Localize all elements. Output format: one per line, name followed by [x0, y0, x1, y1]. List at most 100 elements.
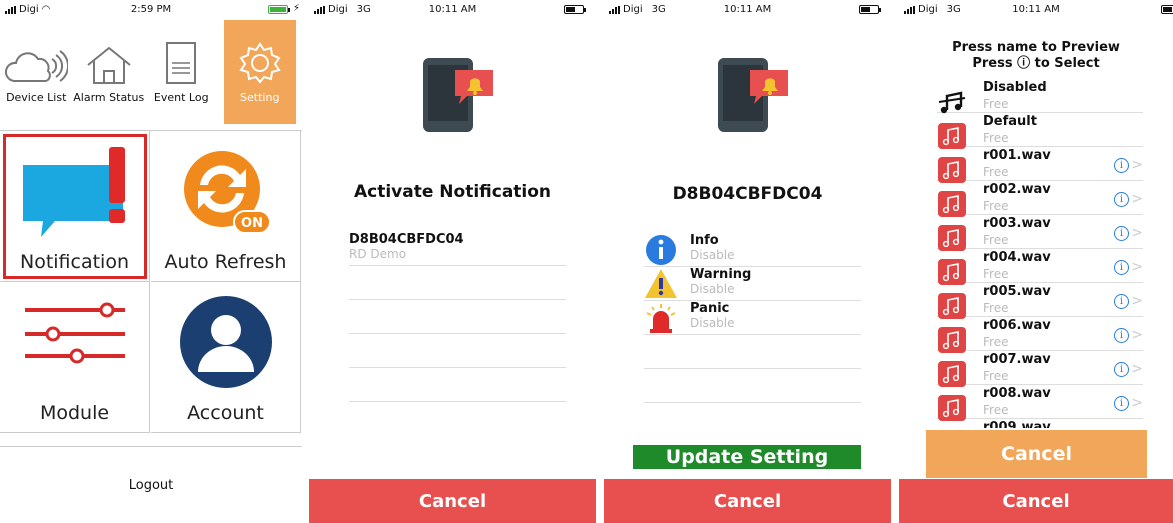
- alert-state: Disable: [690, 316, 735, 330]
- sound-select-screen: Digi 3G 10:11 AM Press name to Preview P…: [899, 0, 1173, 523]
- list-item: [349, 300, 566, 334]
- sound-name: r005.wav: [983, 284, 1051, 299]
- update-setting-button[interactable]: Update Setting: [633, 445, 861, 469]
- sound-name: r007.wav: [983, 352, 1051, 367]
- tab-event-log[interactable]: Event Log: [145, 20, 218, 124]
- gear-icon: [239, 42, 281, 84]
- device-notification-screen: Digi 3G 10:11 AM D8B04CBFDC04 Info Disab…: [604, 0, 891, 523]
- tab-setting[interactable]: Setting: [223, 20, 296, 124]
- sound-row[interactable]: r004.wav Free i >: [937, 250, 1143, 285]
- prompt-line: Press name to Preview: [952, 40, 1120, 55]
- prompt-line: Press ⓘ to Select: [972, 56, 1100, 71]
- select-info-icon[interactable]: i: [1114, 362, 1129, 377]
- clock: 10:11 AM: [428, 4, 477, 15]
- device-id: D8B04CBFDC04: [349, 232, 464, 247]
- cancel-button[interactable]: Cancel: [604, 479, 891, 523]
- page-title: Activate Notification: [353, 182, 552, 202]
- muted-note-icon: [938, 91, 966, 114]
- refresh-on-icon: ON: [183, 151, 271, 234]
- select-info-icon[interactable]: i: [1114, 294, 1129, 309]
- cloud-wifi-icon: [5, 50, 69, 82]
- status-bar: Digi 3G 10:11 AM: [899, 0, 1173, 20]
- chevron-right-icon: >: [1131, 225, 1143, 241]
- sound-name: Default: [983, 114, 1037, 129]
- device-row[interactable]: D8B04CBFDC04 RD Demo: [349, 232, 566, 266]
- chevron-right-icon: >: [1131, 259, 1143, 275]
- sound-row[interactable]: r007.wav Free i >: [937, 352, 1143, 387]
- notification-tile[interactable]: Notification: [0, 131, 150, 282]
- house-icon: [87, 46, 131, 84]
- select-info-icon[interactable]: i: [1114, 192, 1129, 207]
- select-info-icon[interactable]: i: [1114, 260, 1129, 275]
- music-note-icon: [938, 395, 966, 421]
- battery-icon: [564, 5, 586, 14]
- alert-label: Panic: [690, 301, 730, 316]
- notification-alert-icon: [22, 147, 125, 237]
- phone-bell-icon: [422, 58, 493, 132]
- alert-info-row[interactable]: Info Disable: [644, 233, 861, 267]
- sound-name: r006.wav: [983, 318, 1051, 333]
- chevron-right-icon: >: [1131, 157, 1143, 173]
- on-badge: ON: [241, 216, 263, 231]
- logout-button[interactable]: Logout: [0, 446, 302, 523]
- sound-row[interactable]: Default Free: [937, 114, 1143, 149]
- battery-icon: [1161, 5, 1173, 14]
- sound-price: Free: [983, 97, 1009, 111]
- tile-label: Module: [39, 402, 110, 424]
- music-note-icon: [938, 259, 966, 285]
- cancel-button[interactable]: Cancel: [899, 479, 1173, 523]
- sound-price: Free: [983, 267, 1009, 281]
- sound-name: Disabled: [983, 80, 1047, 95]
- sound-row[interactable]: r001.wav Free i >: [937, 148, 1143, 183]
- tab-label: Event Log: [153, 91, 209, 104]
- auto-refresh-tile[interactable]: ON Auto Refresh: [151, 131, 301, 282]
- tile-label: Auto Refresh: [164, 251, 287, 273]
- tab-alarm-status[interactable]: Alarm Status: [73, 20, 146, 124]
- sound-row[interactable]: r006.wav Free i >: [937, 318, 1143, 353]
- module-tile[interactable]: Module: [0, 282, 150, 433]
- sound-row[interactable]: r008.wav Free i >: [937, 386, 1143, 421]
- music-note-icon: [938, 191, 966, 217]
- sound-price: Free: [983, 335, 1009, 349]
- select-info-icon[interactable]: i: [1114, 328, 1129, 343]
- tab-device-list[interactable]: Device List: [0, 20, 73, 124]
- cancel-button[interactable]: Cancel: [309, 479, 596, 523]
- sound-price: Free: [983, 301, 1009, 315]
- sound-row[interactable]: Disabled Free: [937, 80, 1143, 114]
- document-icon: [166, 42, 197, 84]
- clock: 2:59 PM: [130, 4, 172, 15]
- list-item: [644, 335, 861, 369]
- tile-label: Notification: [19, 251, 130, 273]
- sound-row[interactable]: r002.wav Free i >: [937, 182, 1143, 217]
- select-info-icon[interactable]: i: [1114, 158, 1129, 173]
- select-info-icon[interactable]: i: [1114, 226, 1129, 241]
- tab-label: Setting: [240, 91, 280, 104]
- alert-state: Disable: [690, 282, 735, 296]
- sound-name: r003.wav: [983, 216, 1051, 231]
- chevron-right-icon: >: [1131, 395, 1143, 411]
- music-note-icon: [938, 225, 966, 251]
- cancel-sound-button[interactable]: Cancel: [926, 430, 1147, 478]
- music-note-icon: [938, 361, 966, 387]
- sound-name: r001.wav: [983, 148, 1051, 163]
- info-icon: [646, 235, 676, 265]
- sound-list[interactable]: Disabled Free Default Free r001.wav Free i > r00…: [899, 80, 1173, 428]
- charging-icon: ⚡: [292, 3, 300, 14]
- alert-panic-row[interactable]: Panic Disable: [644, 301, 861, 335]
- tile-label: Account: [187, 402, 264, 424]
- account-tile[interactable]: Account: [151, 282, 301, 433]
- select-info-icon[interactable]: i: [1114, 396, 1129, 411]
- sound-row[interactable]: r005.wav Free i >: [937, 284, 1143, 319]
- status-bar: Digi 3G 10:11 AM: [309, 0, 596, 20]
- warning-icon: [645, 269, 677, 298]
- sound-row[interactable]: r009.wavFreei>: [937, 420, 1143, 428]
- sound-row[interactable]: r003.wav Free i >: [937, 216, 1143, 251]
- sound-name: r004.wav: [983, 250, 1051, 265]
- alert-warning-row[interactable]: Warning Disable: [644, 267, 861, 301]
- alert-label: Info: [690, 233, 719, 248]
- status-bar: Digi ◠ 2:59 PM ⚡: [0, 0, 302, 20]
- list-item: [349, 266, 566, 300]
- chevron-right-icon: >: [1131, 191, 1143, 207]
- sliders-icon: [24, 302, 125, 364]
- device-title: D8B04CBFDC04: [672, 184, 823, 204]
